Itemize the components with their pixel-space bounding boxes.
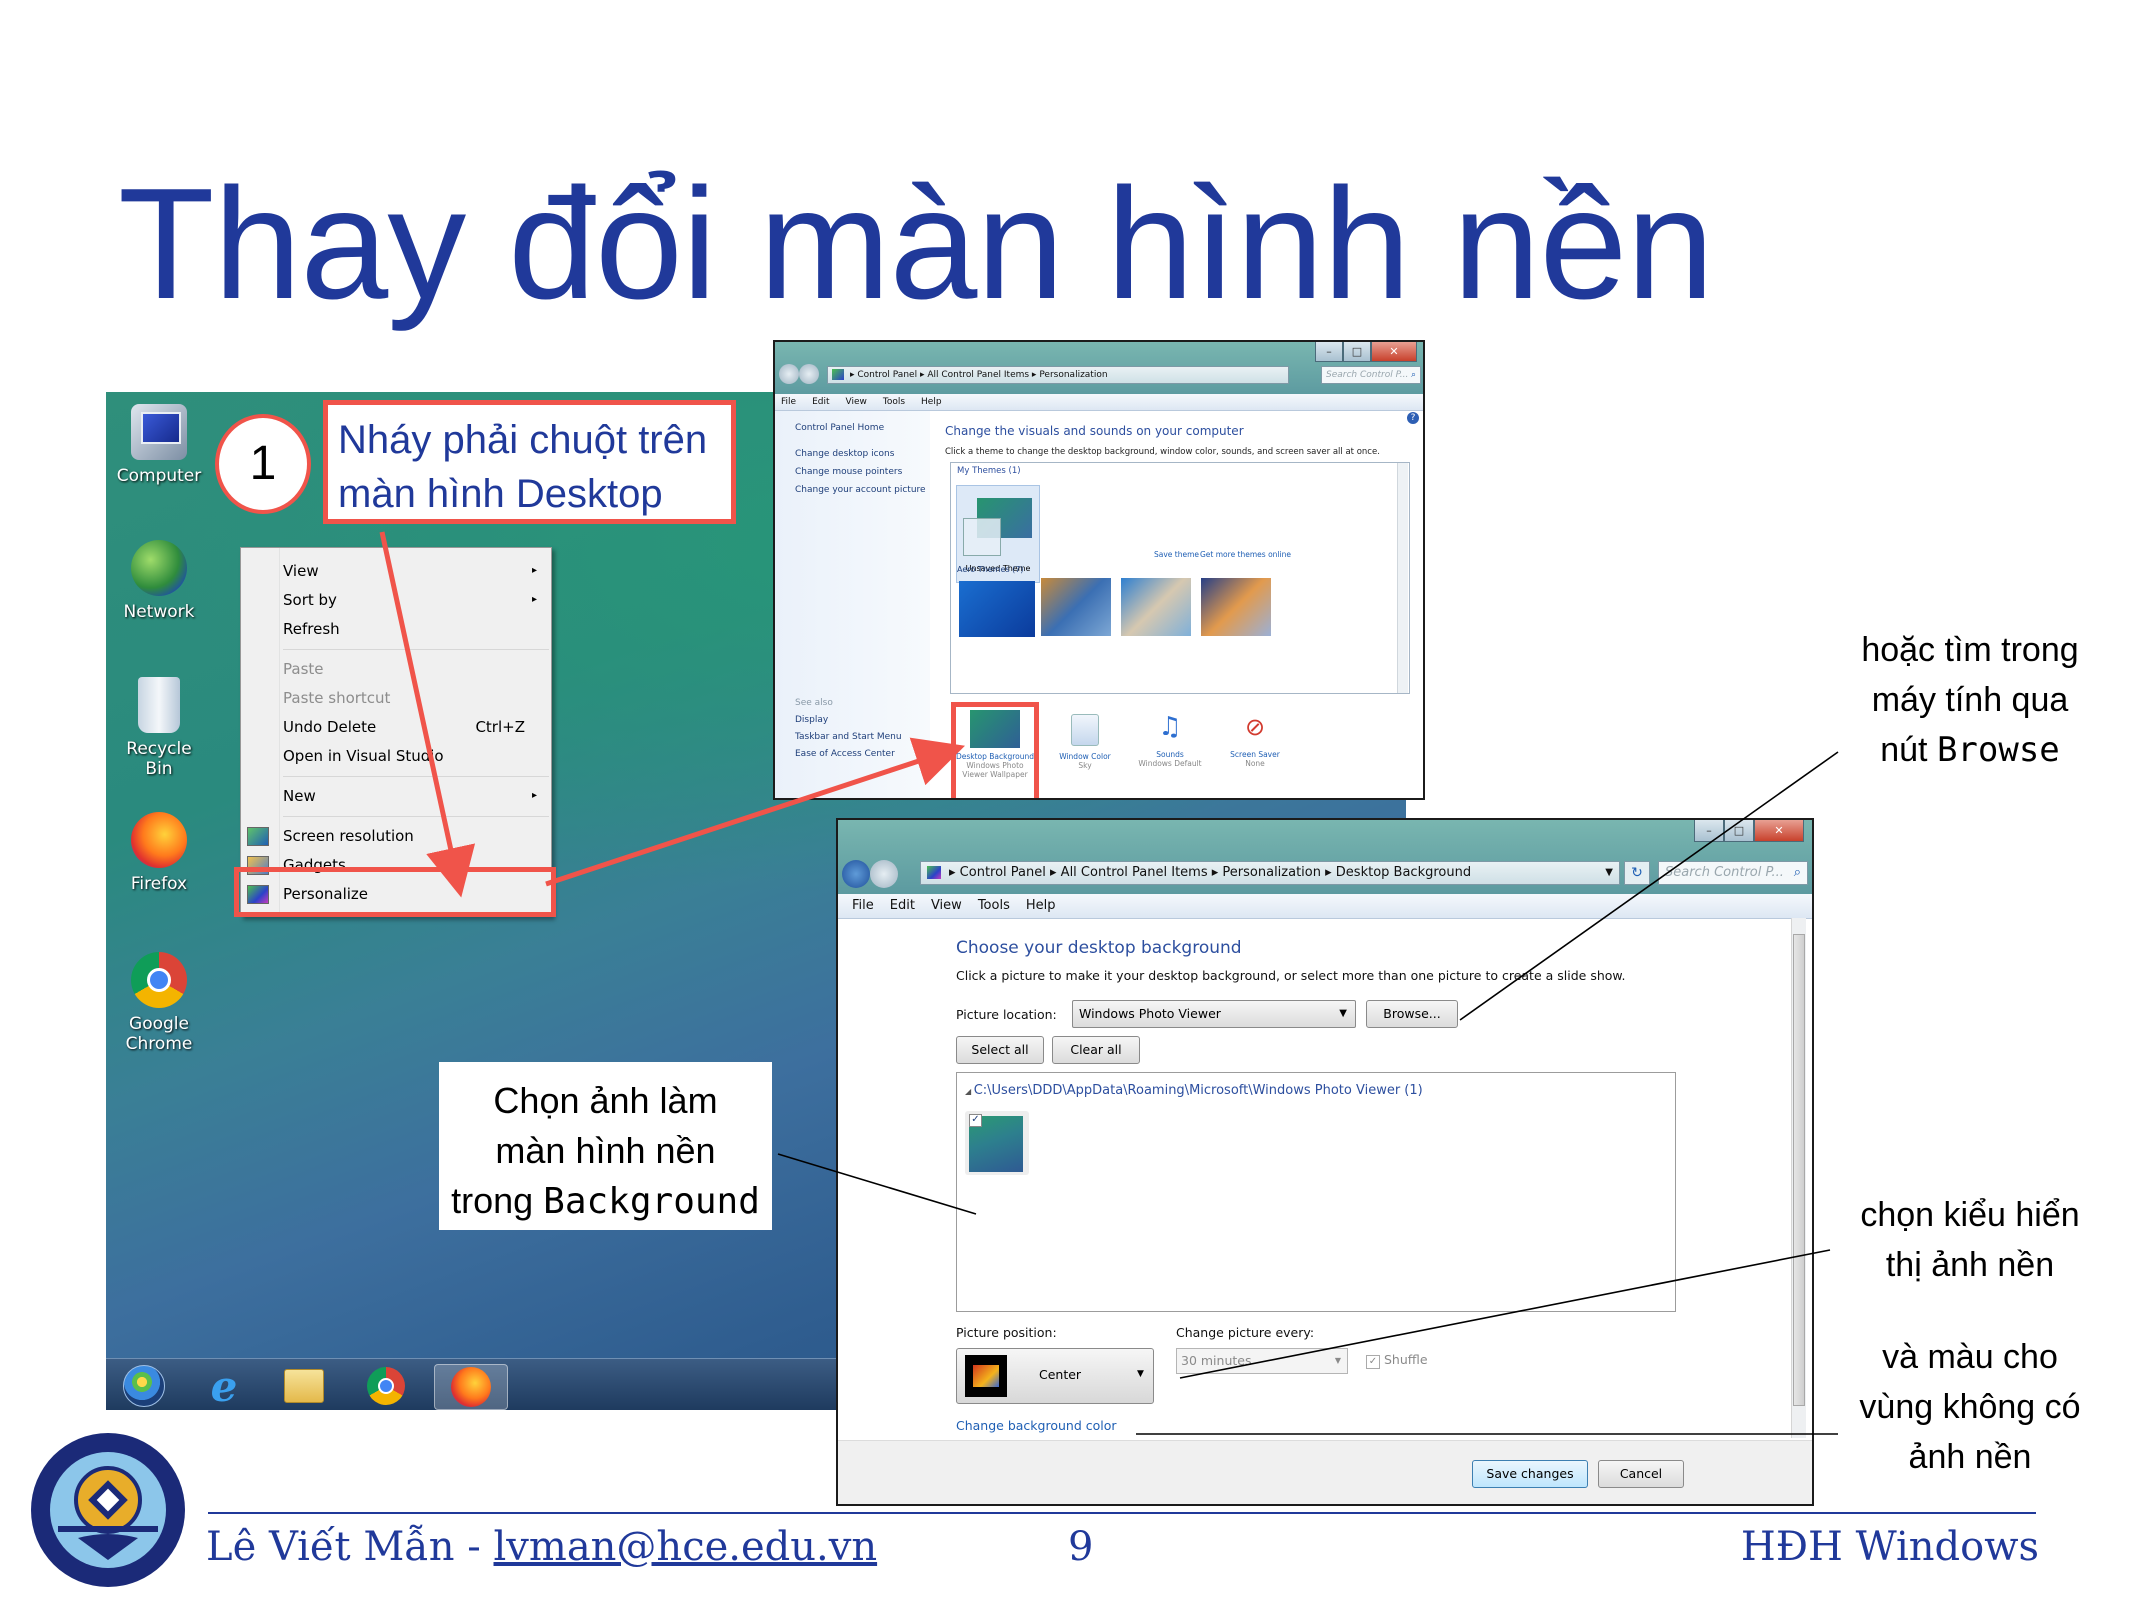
arrow-personalize-to-window <box>545 737 965 887</box>
footer-course: HĐH Windows <box>1740 1524 2039 1570</box>
line-to-picture-position <box>1179 1249 1831 1379</box>
annotation-connectors <box>208 531 2036 1514</box>
page-number: 9 <box>1068 1524 1094 1570</box>
footer-author: Lê Viết Mẫn - lvman@hce.edu.vn <box>206 1524 878 1570</box>
line-to-picture-list <box>777 1153 977 1215</box>
line-to-browse <box>1459 751 1839 1021</box>
arrow-callout-to-personalize <box>379 531 476 898</box>
footer-email-link[interactable]: lvman@hce.edu.vn <box>494 1524 878 1570</box>
logo-bottom-text: HUE COLLEGE OF ECONOMICS <box>28 1430 188 1431</box>
college-logo: TRƯỜNG ĐẠI HỌC KINH TẾ HUẾ HUE COLLEGE O… <box>28 1430 188 1590</box>
